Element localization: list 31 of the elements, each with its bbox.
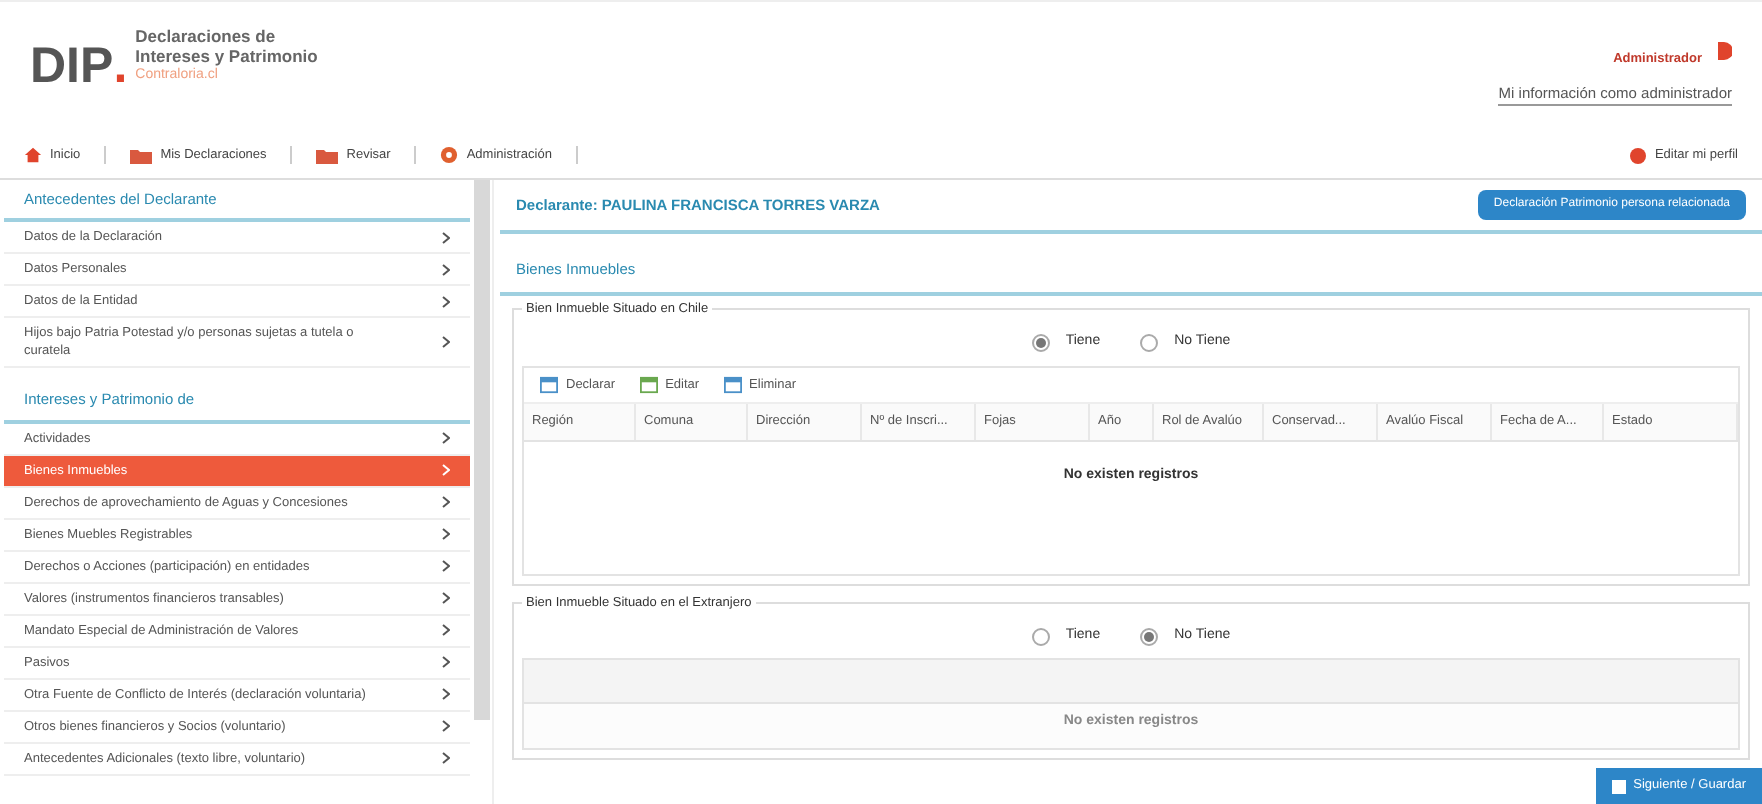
add-row-icon bbox=[540, 375, 558, 394]
chevron-icon bbox=[442, 528, 450, 540]
save-icon bbox=[1611, 779, 1626, 794]
chevron-icon bbox=[442, 464, 450, 476]
chevron-icon bbox=[442, 688, 450, 700]
chevron-icon bbox=[442, 656, 450, 668]
app-title: Intereses y Patrimonio bbox=[135, 46, 318, 66]
radio-button[interactable] bbox=[1140, 333, 1159, 352]
chevron-icon bbox=[442, 496, 450, 508]
logo: DIP. bbox=[30, 42, 128, 92]
chevron-icon bbox=[442, 592, 450, 604]
scrollbar[interactable] bbox=[474, 180, 490, 720]
chevron-icon bbox=[442, 295, 450, 308]
app-title: Declaraciones de bbox=[135, 26, 278, 46]
folder-icon bbox=[130, 147, 153, 163]
gear-icon bbox=[440, 146, 459, 164]
radio-button[interactable] bbox=[1031, 333, 1050, 352]
folder-icon bbox=[316, 147, 339, 163]
chevron-icon bbox=[442, 624, 450, 636]
chevron-icon bbox=[442, 263, 450, 276]
chevron-icon bbox=[442, 432, 450, 444]
chevron-icon bbox=[442, 336, 450, 349]
user-icon bbox=[1630, 147, 1647, 163]
chevron-icon bbox=[442, 752, 450, 764]
chevron-icon bbox=[442, 720, 450, 732]
chevron-icon bbox=[442, 231, 450, 244]
delete-row-icon bbox=[723, 375, 742, 394]
chevron-icon bbox=[442, 560, 450, 572]
edit-row-icon bbox=[639, 375, 658, 394]
home-icon bbox=[24, 146, 42, 164]
logout-icon[interactable] bbox=[1718, 42, 1732, 61]
